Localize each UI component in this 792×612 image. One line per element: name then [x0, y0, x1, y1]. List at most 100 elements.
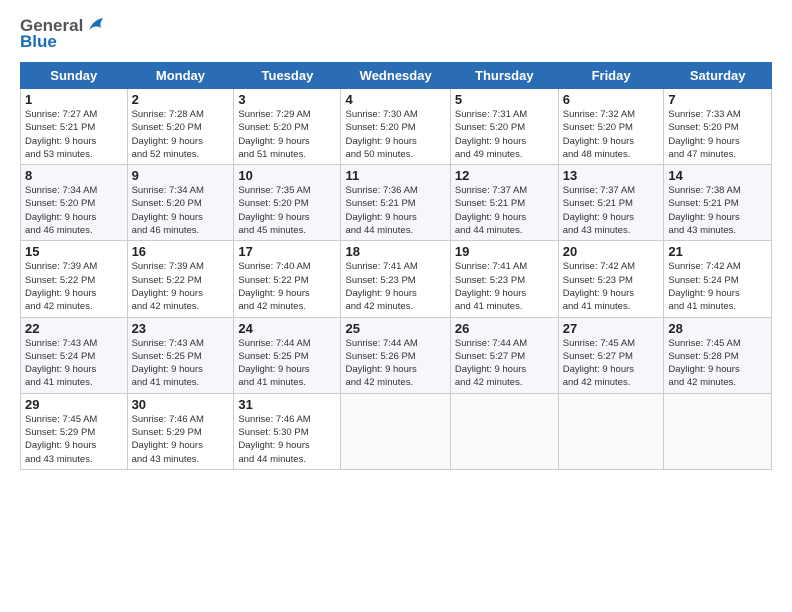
- day-info: Sunrise: 7:29 AM Sunset: 5:20 PM Dayligh…: [238, 108, 336, 161]
- day-of-week-header: Saturday: [664, 63, 772, 89]
- calendar-cell: 28Sunrise: 7:45 AM Sunset: 5:28 PM Dayli…: [664, 317, 772, 393]
- calendar-cell: 12Sunrise: 7:37 AM Sunset: 5:21 PM Dayli…: [450, 165, 558, 241]
- day-info: Sunrise: 7:32 AM Sunset: 5:20 PM Dayligh…: [563, 108, 660, 161]
- day-info: Sunrise: 7:41 AM Sunset: 5:23 PM Dayligh…: [455, 260, 554, 313]
- day-number: 23: [132, 321, 230, 336]
- calendar-week-row: 1Sunrise: 7:27 AM Sunset: 5:21 PM Daylig…: [21, 89, 772, 165]
- day-info: Sunrise: 7:33 AM Sunset: 5:20 PM Dayligh…: [668, 108, 767, 161]
- calendar-cell: 1Sunrise: 7:27 AM Sunset: 5:21 PM Daylig…: [21, 89, 128, 165]
- day-number: 19: [455, 244, 554, 259]
- calendar-cell: 7Sunrise: 7:33 AM Sunset: 5:20 PM Daylig…: [664, 89, 772, 165]
- calendar-cell: 14Sunrise: 7:38 AM Sunset: 5:21 PM Dayli…: [664, 165, 772, 241]
- day-info: Sunrise: 7:34 AM Sunset: 5:20 PM Dayligh…: [132, 184, 230, 237]
- calendar-cell: 3Sunrise: 7:29 AM Sunset: 5:20 PM Daylig…: [234, 89, 341, 165]
- calendar-cell: 30Sunrise: 7:46 AM Sunset: 5:29 PM Dayli…: [127, 393, 234, 469]
- calendar-cell: 27Sunrise: 7:45 AM Sunset: 5:27 PM Dayli…: [558, 317, 664, 393]
- calendar-cell: 29Sunrise: 7:45 AM Sunset: 5:29 PM Dayli…: [21, 393, 128, 469]
- calendar-cell: 13Sunrise: 7:37 AM Sunset: 5:21 PM Dayli…: [558, 165, 664, 241]
- day-number: 14: [668, 168, 767, 183]
- calendar-cell: 8Sunrise: 7:34 AM Sunset: 5:20 PM Daylig…: [21, 165, 128, 241]
- day-number: 29: [25, 397, 123, 412]
- day-info: Sunrise: 7:39 AM Sunset: 5:22 PM Dayligh…: [25, 260, 123, 313]
- calendar-cell: [341, 393, 450, 469]
- day-info: Sunrise: 7:28 AM Sunset: 5:20 PM Dayligh…: [132, 108, 230, 161]
- days-of-week-row: SundayMondayTuesdayWednesdayThursdayFrid…: [21, 63, 772, 89]
- page: General Blue SundayMondayTuesdayWednesda…: [0, 0, 792, 480]
- day-info: Sunrise: 7:44 AM Sunset: 5:25 PM Dayligh…: [238, 337, 336, 390]
- calendar-body: 1Sunrise: 7:27 AM Sunset: 5:21 PM Daylig…: [21, 89, 772, 470]
- calendar-cell: 5Sunrise: 7:31 AM Sunset: 5:20 PM Daylig…: [450, 89, 558, 165]
- day-info: Sunrise: 7:45 AM Sunset: 5:27 PM Dayligh…: [563, 337, 660, 390]
- calendar-cell: [664, 393, 772, 469]
- day-info: Sunrise: 7:41 AM Sunset: 5:23 PM Dayligh…: [345, 260, 445, 313]
- calendar-cell: 4Sunrise: 7:30 AM Sunset: 5:20 PM Daylig…: [341, 89, 450, 165]
- calendar-cell: 17Sunrise: 7:40 AM Sunset: 5:22 PM Dayli…: [234, 241, 341, 317]
- calendar-cell: 16Sunrise: 7:39 AM Sunset: 5:22 PM Dayli…: [127, 241, 234, 317]
- calendar-cell: 20Sunrise: 7:42 AM Sunset: 5:23 PM Dayli…: [558, 241, 664, 317]
- day-number: 3: [238, 92, 336, 107]
- day-info: Sunrise: 7:45 AM Sunset: 5:28 PM Dayligh…: [668, 337, 767, 390]
- day-number: 9: [132, 168, 230, 183]
- calendar-cell: 26Sunrise: 7:44 AM Sunset: 5:27 PM Dayli…: [450, 317, 558, 393]
- day-number: 7: [668, 92, 767, 107]
- day-number: 6: [563, 92, 660, 107]
- day-number: 8: [25, 168, 123, 183]
- day-number: 2: [132, 92, 230, 107]
- day-number: 22: [25, 321, 123, 336]
- calendar-week-row: 29Sunrise: 7:45 AM Sunset: 5:29 PM Dayli…: [21, 393, 772, 469]
- day-info: Sunrise: 7:42 AM Sunset: 5:23 PM Dayligh…: [563, 260, 660, 313]
- calendar-cell: 6Sunrise: 7:32 AM Sunset: 5:20 PM Daylig…: [558, 89, 664, 165]
- day-number: 20: [563, 244, 660, 259]
- day-of-week-header: Monday: [127, 63, 234, 89]
- day-info: Sunrise: 7:45 AM Sunset: 5:29 PM Dayligh…: [25, 413, 123, 466]
- day-info: Sunrise: 7:34 AM Sunset: 5:20 PM Dayligh…: [25, 184, 123, 237]
- calendar-week-row: 15Sunrise: 7:39 AM Sunset: 5:22 PM Dayli…: [21, 241, 772, 317]
- day-number: 24: [238, 321, 336, 336]
- day-number: 11: [345, 168, 445, 183]
- day-number: 17: [238, 244, 336, 259]
- calendar-cell: [450, 393, 558, 469]
- day-info: Sunrise: 7:30 AM Sunset: 5:20 PM Dayligh…: [345, 108, 445, 161]
- logo-bird-icon: [85, 16, 107, 34]
- day-info: Sunrise: 7:40 AM Sunset: 5:22 PM Dayligh…: [238, 260, 336, 313]
- day-number: 30: [132, 397, 230, 412]
- day-info: Sunrise: 7:43 AM Sunset: 5:25 PM Dayligh…: [132, 337, 230, 390]
- day-of-week-header: Tuesday: [234, 63, 341, 89]
- day-info: Sunrise: 7:44 AM Sunset: 5:27 PM Dayligh…: [455, 337, 554, 390]
- calendar-cell: 31Sunrise: 7:46 AM Sunset: 5:30 PM Dayli…: [234, 393, 341, 469]
- day-of-week-header: Friday: [558, 63, 664, 89]
- day-number: 16: [132, 244, 230, 259]
- header: General Blue: [20, 16, 772, 52]
- day-number: 1: [25, 92, 123, 107]
- calendar-cell: 25Sunrise: 7:44 AM Sunset: 5:26 PM Dayli…: [341, 317, 450, 393]
- calendar-cell: 9Sunrise: 7:34 AM Sunset: 5:20 PM Daylig…: [127, 165, 234, 241]
- calendar: SundayMondayTuesdayWednesdayThursdayFrid…: [20, 62, 772, 470]
- day-info: Sunrise: 7:44 AM Sunset: 5:26 PM Dayligh…: [345, 337, 445, 390]
- day-info: Sunrise: 7:35 AM Sunset: 5:20 PM Dayligh…: [238, 184, 336, 237]
- day-number: 10: [238, 168, 336, 183]
- day-info: Sunrise: 7:46 AM Sunset: 5:29 PM Dayligh…: [132, 413, 230, 466]
- calendar-cell: 22Sunrise: 7:43 AM Sunset: 5:24 PM Dayli…: [21, 317, 128, 393]
- calendar-cell: 18Sunrise: 7:41 AM Sunset: 5:23 PM Dayli…: [341, 241, 450, 317]
- calendar-cell: 11Sunrise: 7:36 AM Sunset: 5:21 PM Dayli…: [341, 165, 450, 241]
- calendar-cell: 19Sunrise: 7:41 AM Sunset: 5:23 PM Dayli…: [450, 241, 558, 317]
- day-info: Sunrise: 7:31 AM Sunset: 5:20 PM Dayligh…: [455, 108, 554, 161]
- logo: General Blue: [20, 16, 107, 52]
- day-number: 15: [25, 244, 123, 259]
- day-number: 4: [345, 92, 445, 107]
- day-info: Sunrise: 7:39 AM Sunset: 5:22 PM Dayligh…: [132, 260, 230, 313]
- day-number: 26: [455, 321, 554, 336]
- day-of-week-header: Sunday: [21, 63, 128, 89]
- day-info: Sunrise: 7:42 AM Sunset: 5:24 PM Dayligh…: [668, 260, 767, 313]
- day-of-week-header: Thursday: [450, 63, 558, 89]
- day-info: Sunrise: 7:37 AM Sunset: 5:21 PM Dayligh…: [455, 184, 554, 237]
- calendar-cell: 10Sunrise: 7:35 AM Sunset: 5:20 PM Dayli…: [234, 165, 341, 241]
- day-info: Sunrise: 7:38 AM Sunset: 5:21 PM Dayligh…: [668, 184, 767, 237]
- day-info: Sunrise: 7:43 AM Sunset: 5:24 PM Dayligh…: [25, 337, 123, 390]
- day-info: Sunrise: 7:37 AM Sunset: 5:21 PM Dayligh…: [563, 184, 660, 237]
- calendar-week-row: 22Sunrise: 7:43 AM Sunset: 5:24 PM Dayli…: [21, 317, 772, 393]
- calendar-cell: 15Sunrise: 7:39 AM Sunset: 5:22 PM Dayli…: [21, 241, 128, 317]
- calendar-cell: 21Sunrise: 7:42 AM Sunset: 5:24 PM Dayli…: [664, 241, 772, 317]
- calendar-cell: 2Sunrise: 7:28 AM Sunset: 5:20 PM Daylig…: [127, 89, 234, 165]
- day-info: Sunrise: 7:46 AM Sunset: 5:30 PM Dayligh…: [238, 413, 336, 466]
